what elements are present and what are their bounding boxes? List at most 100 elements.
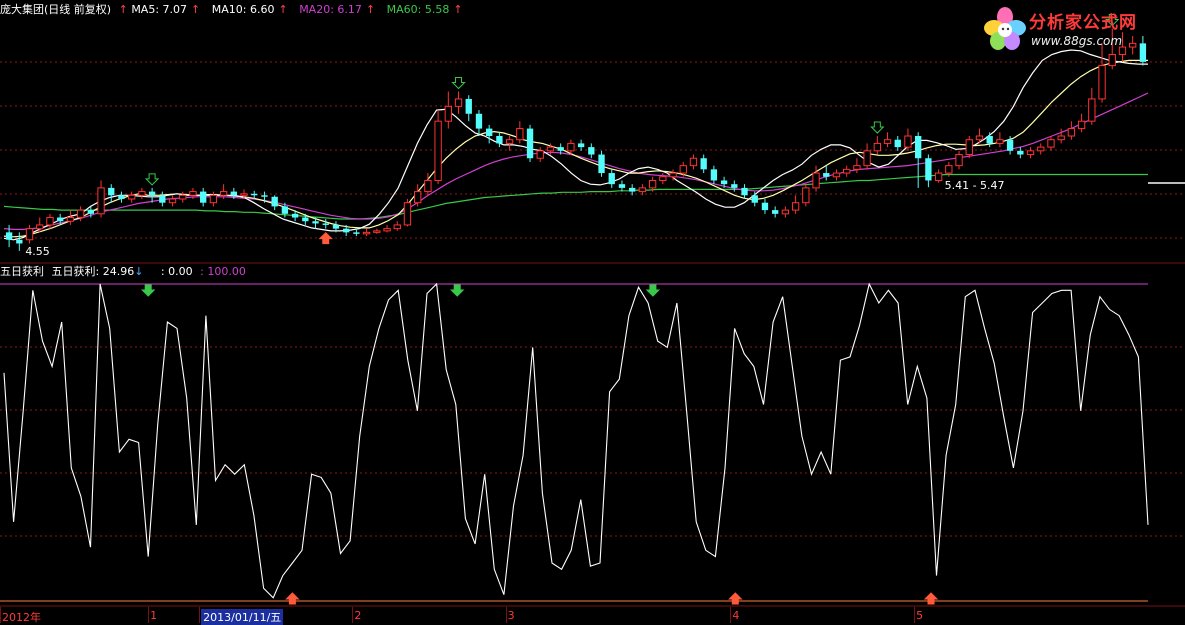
candle-body — [588, 147, 595, 155]
candle — [955, 150, 963, 170]
candle-body — [812, 172, 820, 189]
candle-body — [679, 165, 687, 174]
candle-body — [832, 172, 841, 178]
ma60-label: MA60: 5.58 — [386, 3, 450, 16]
candle-body — [710, 169, 718, 181]
date-tick: 3 — [507, 609, 515, 622]
candle-body — [200, 191, 207, 203]
candle-body — [823, 173, 830, 177]
candle-body — [1098, 65, 1106, 100]
sub-legend: 五日获利 五日获利: 24.96↓ : 0.00 : 100.00 — [0, 264, 250, 280]
candle-body — [965, 139, 973, 156]
candle-body — [608, 173, 615, 185]
candle-body — [526, 128, 534, 159]
candle-body — [945, 165, 953, 174]
candle-body — [312, 221, 319, 224]
candle — [444, 91, 452, 129]
candle-body — [751, 195, 758, 203]
candle-body — [700, 158, 707, 170]
buy-arrow-icon — [923, 592, 939, 605]
candle-body — [853, 165, 861, 170]
hundred-level-label: : 100.00 — [200, 265, 246, 278]
candle-body — [883, 139, 892, 144]
buy-arrow-icon — [318, 231, 333, 245]
date-tick-mark — [505, 607, 507, 623]
ma10-label: MA10: 6.60 — [211, 3, 275, 16]
candle — [475, 110, 483, 136]
candle-body — [25, 228, 34, 241]
oscillator-line — [3, 282, 1149, 599]
candle — [608, 169, 615, 188]
date-tick-mark — [730, 607, 732, 623]
candle-body — [904, 135, 912, 148]
indicator-arrow-icon: ↓ — [134, 265, 144, 278]
ma-line-ma20 — [3, 92, 1149, 230]
candle-body — [87, 210, 94, 214]
candle-body — [761, 202, 769, 211]
candle — [505, 136, 514, 151]
candle-body — [36, 224, 44, 230]
candle-body — [986, 136, 993, 144]
candle-body — [1067, 128, 1076, 137]
candle — [710, 165, 718, 185]
candle — [496, 132, 503, 148]
candle — [863, 143, 871, 170]
candle — [118, 191, 125, 203]
candle-body — [772, 210, 779, 214]
date-axis: 2012年 1 2013/01/11/五 2 3 4 5 — [0, 607, 1185, 625]
candle-body — [536, 150, 544, 159]
candle — [934, 169, 943, 183]
candle-body — [322, 223, 329, 225]
candle — [108, 184, 115, 203]
candle-body — [373, 230, 381, 233]
candle-body — [475, 113, 483, 129]
candle-body — [434, 120, 442, 181]
candle-body — [1088, 98, 1096, 122]
candle-body — [403, 202, 412, 226]
candle — [1067, 121, 1076, 140]
candle — [904, 128, 912, 151]
watermark-url: www.88gs.com — [1031, 34, 1123, 48]
candle-body — [5, 232, 13, 240]
ma20-label: MA20: 6.17 — [299, 3, 362, 16]
candle — [97, 180, 105, 218]
candle — [1017, 147, 1024, 159]
candle-body — [281, 206, 289, 214]
candle — [25, 224, 34, 244]
candle-body — [843, 168, 851, 174]
indicator-name: 五日获利 — [0, 265, 44, 278]
candle-body — [209, 194, 218, 204]
candle — [403, 199, 412, 227]
candle — [761, 199, 769, 214]
date-tick: 2012年 — [2, 611, 41, 624]
candle-body — [332, 224, 340, 229]
candle-body — [598, 154, 605, 174]
candle — [454, 91, 463, 114]
candle-body — [108, 187, 115, 196]
candle-body — [76, 209, 85, 219]
candle — [832, 169, 841, 181]
candle — [1077, 113, 1086, 133]
candle-body — [1017, 150, 1024, 155]
candle-body — [118, 195, 125, 199]
candle-body — [1026, 150, 1035, 156]
candle-body — [465, 98, 472, 114]
candle — [812, 165, 820, 192]
candle-body — [781, 209, 790, 215]
candle — [1047, 136, 1055, 151]
date-tick-mark — [914, 607, 916, 623]
candle-body — [179, 194, 187, 200]
candle — [618, 180, 626, 192]
candle — [168, 195, 177, 207]
candle — [414, 184, 422, 207]
watermark-logo: 分析家公式网 www.88gs.com — [979, 4, 1179, 56]
candle — [629, 184, 636, 196]
date-tick: 2 — [354, 609, 362, 622]
candle-body — [57, 217, 64, 222]
candle-body — [240, 193, 248, 196]
date-tick: 4 — [732, 609, 740, 622]
price-annotations: 4.55 5.41 - 5.47 — [25, 179, 1004, 258]
candle-body — [16, 239, 23, 244]
candle-body — [1006, 139, 1014, 151]
candle — [383, 224, 391, 233]
